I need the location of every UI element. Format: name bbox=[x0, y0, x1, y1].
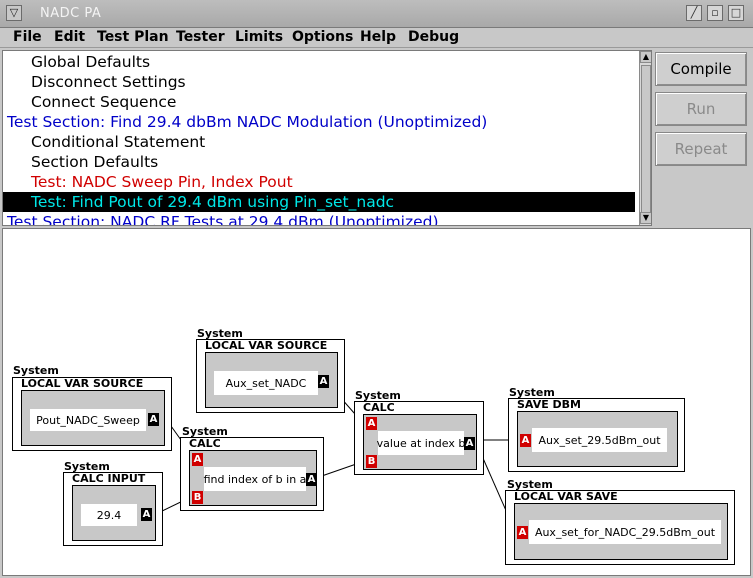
maximize-icon[interactable]: ▫ bbox=[707, 5, 723, 21]
node-body: A value at index b A B bbox=[363, 414, 477, 470]
title-bar: ▽ NADC PA ╱ ▫ □ bbox=[0, 0, 753, 28]
local-var-save-node[interactable]: LOCAL VAR SAVE A Aux_set_for_NADC_29.5dB… bbox=[505, 490, 735, 565]
node-body: A find index of b in a A B bbox=[189, 450, 317, 506]
local-var-source-node[interactable]: LOCAL VAR SOURCE Pout_NADC_Sweep A bbox=[12, 377, 172, 451]
node-body: 29.4 A bbox=[72, 485, 156, 541]
list-item-test[interactable]: Test: NADC Sweep Pin, Index Pout bbox=[3, 172, 635, 192]
list-item[interactable]: Section Defaults bbox=[3, 152, 635, 172]
calc-node[interactable]: CALC A find index of b in a A B bbox=[180, 437, 324, 511]
node-title: CALC bbox=[363, 401, 395, 414]
save-dbm-node[interactable]: SAVE DBM A Aux_set_29.5dBm_out bbox=[508, 398, 685, 472]
node-title: LOCAL VAR SOURCE bbox=[205, 339, 328, 352]
output-port-a[interactable]: A bbox=[318, 375, 329, 388]
node-title: CALC bbox=[189, 437, 221, 450]
output-port-a[interactable]: A bbox=[306, 473, 317, 486]
input-port-b[interactable]: B bbox=[366, 455, 377, 468]
node-title: CALC INPUT bbox=[72, 472, 146, 485]
menu-bar: File Edit Test Plan Tester Limits Option… bbox=[0, 28, 753, 48]
minimize-icon[interactable]: ╱ bbox=[686, 5, 702, 21]
node-field: 29.4 bbox=[81, 504, 137, 526]
node-title: LOCAL VAR SOURCE bbox=[21, 377, 144, 390]
menu-edit[interactable]: Edit bbox=[54, 29, 85, 45]
list-item-section[interactable]: Test Section: NADC RF Tests at 29.4 dBm … bbox=[3, 212, 635, 225]
menu-help[interactable]: Help bbox=[360, 29, 396, 45]
list-item[interactable]: Global Defaults bbox=[3, 52, 635, 72]
input-port-a[interactable]: A bbox=[520, 434, 531, 447]
menu-options[interactable]: Options bbox=[292, 29, 353, 45]
run-button[interactable]: Run bbox=[655, 92, 747, 126]
input-port-a[interactable]: A bbox=[517, 526, 528, 539]
output-port-a[interactable]: A bbox=[148, 413, 159, 426]
repeat-button[interactable]: Repeat bbox=[655, 132, 747, 166]
system-label: System bbox=[13, 364, 59, 377]
node-body: A Aux_set_for_NADC_29.5dBm_out bbox=[514, 503, 728, 560]
node-body: Pout_NADC_Sweep A bbox=[21, 390, 165, 446]
node-field: find index of b in a bbox=[204, 467, 306, 491]
local-var-source-node[interactable]: LOCAL VAR SOURCE Aux_set_NADC A bbox=[196, 339, 345, 413]
calc-node[interactable]: CALC A value at index b A B bbox=[354, 401, 484, 475]
menu-debug[interactable]: Debug bbox=[408, 29, 459, 45]
scroll-down-icon[interactable]: ▼ bbox=[640, 212, 651, 224]
input-port-b[interactable]: B bbox=[192, 491, 203, 504]
list-item-selected[interactable]: Test: Find Pout of 29.4 dBm using Pin_se… bbox=[3, 192, 635, 212]
window-menu-icon[interactable]: ▽ bbox=[6, 5, 22, 21]
input-port-a[interactable]: A bbox=[366, 417, 377, 430]
node-body: A Aux_set_29.5dBm_out bbox=[517, 411, 678, 467]
compile-button[interactable]: Compile bbox=[655, 52, 747, 86]
node-field: Aux_set_29.5dBm_out bbox=[532, 428, 667, 452]
node-field: Aux_set_for_NADC_29.5dBm_out bbox=[529, 520, 721, 544]
calc-input-node[interactable]: CALC INPUT 29.4 A bbox=[63, 472, 163, 546]
list-item-section[interactable]: Test Section: Find 29.4 dbBm NADC Modula… bbox=[3, 112, 635, 132]
list-item[interactable]: Connect Sequence bbox=[3, 92, 635, 112]
node-field: value at index b bbox=[377, 431, 465, 455]
node-body: Aux_set_NADC A bbox=[205, 352, 338, 408]
list-item[interactable]: Conditional Statement bbox=[3, 132, 635, 152]
scrollbar-thumb[interactable] bbox=[641, 65, 651, 213]
menu-file[interactable]: File bbox=[13, 29, 42, 45]
test-diagram-canvas[interactable]: System LOCAL VAR SOURCE Pout_NADC_Sweep … bbox=[2, 228, 751, 576]
window-title: NADC PA bbox=[40, 6, 102, 21]
node-field: Aux_set_NADC bbox=[214, 371, 318, 395]
vertical-scrollbar[interactable]: ▲ ▼ bbox=[639, 51, 651, 225]
node-title: SAVE DBM bbox=[517, 398, 582, 411]
output-port-a[interactable]: A bbox=[464, 437, 475, 450]
list-item[interactable]: Disconnect Settings bbox=[3, 72, 635, 92]
menu-limits[interactable]: Limits bbox=[235, 29, 283, 45]
close-icon[interactable]: □ bbox=[728, 5, 744, 21]
input-port-a[interactable]: A bbox=[192, 453, 203, 466]
node-title: LOCAL VAR SAVE bbox=[514, 490, 618, 503]
output-port-a[interactable]: A bbox=[141, 508, 152, 521]
menu-test-plan[interactable]: Test Plan bbox=[97, 29, 169, 45]
node-field: Pout_NADC_Sweep bbox=[30, 409, 146, 431]
scroll-up-icon[interactable]: ▲ bbox=[640, 51, 651, 63]
menu-tester[interactable]: Tester bbox=[176, 29, 225, 45]
test-plan-list[interactable]: Global Defaults Disconnect Settings Conn… bbox=[2, 50, 652, 226]
